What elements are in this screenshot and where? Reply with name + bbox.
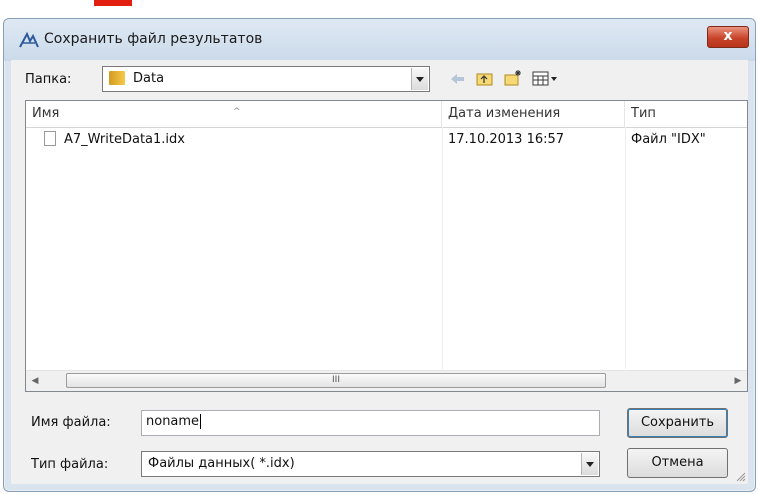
file-icon bbox=[44, 131, 56, 146]
save-dialog: Сохранить файл результатов x Папка: Data bbox=[3, 18, 756, 492]
scroll-left-icon[interactable]: ◀ bbox=[26, 371, 44, 391]
dialog-title: Сохранить файл результатов bbox=[44, 31, 263, 47]
filename-value: noname bbox=[146, 414, 200, 429]
scroll-right-icon[interactable]: ▶ bbox=[729, 371, 747, 391]
title-bar: Сохранить файл результатов x bbox=[4, 19, 755, 61]
column-date-header[interactable]: Дата изменения bbox=[442, 101, 625, 127]
file-list[interactable]: Имя ^ Дата изменения Тип A7_WriteData1.i… bbox=[25, 100, 748, 392]
view-menu-icon[interactable] bbox=[531, 69, 559, 89]
scroll-grip: III bbox=[332, 375, 340, 385]
column-type-header[interactable]: Тип bbox=[625, 101, 749, 127]
folder-select[interactable]: Data bbox=[102, 66, 430, 92]
resize-grip-icon[interactable] bbox=[736, 472, 746, 482]
file-name: A7_WriteData1.idx bbox=[64, 132, 185, 147]
list-header: Имя ^ Дата изменения Тип bbox=[26, 101, 747, 128]
sort-caret-icon: ^ bbox=[233, 107, 241, 117]
up-folder-icon[interactable] bbox=[475, 69, 495, 89]
new-folder-icon[interactable] bbox=[503, 68, 523, 88]
cancel-button-label: Отмена bbox=[651, 455, 704, 470]
save-button-label: Сохранить bbox=[640, 415, 715, 430]
folder-icon bbox=[109, 71, 125, 85]
horizontal-scrollbar[interactable]: ◀ III ▶ bbox=[26, 370, 747, 391]
column-date-label: Дата изменения bbox=[448, 106, 561, 121]
column-type-label: Тип bbox=[631, 106, 656, 121]
column-name-label: Имя bbox=[32, 106, 60, 121]
cancel-button[interactable]: Отмена bbox=[627, 448, 728, 478]
close-button[interactable]: x bbox=[707, 26, 749, 48]
text-cursor bbox=[200, 414, 202, 429]
app-icon bbox=[19, 31, 39, 48]
file-type: Файл "IDX" bbox=[631, 132, 706, 147]
filename-label: Имя файла: bbox=[31, 415, 111, 430]
filetype-label: Тип файла: bbox=[31, 457, 109, 472]
scroll-thumb[interactable]: III bbox=[66, 373, 606, 388]
back-arrow-icon[interactable] bbox=[447, 69, 467, 89]
dialog-body: Папка: Data Имя ^ Дата изменения Тип A7_… bbox=[11, 60, 748, 484]
close-icon: x bbox=[723, 28, 733, 44]
folder-label: Папка: bbox=[25, 72, 72, 87]
chevron-down-icon[interactable] bbox=[581, 453, 598, 475]
folder-value: Data bbox=[133, 71, 165, 86]
filetype-value: Файлы данных( *.idx) bbox=[148, 456, 295, 471]
chevron-down-icon[interactable] bbox=[411, 68, 428, 90]
filetype-select[interactable]: Файлы данных( *.idx) bbox=[141, 451, 600, 477]
table-row[interactable]: A7_WriteData1.idx 17.10.2013 16:57 Файл … bbox=[26, 129, 747, 151]
file-date: 17.10.2013 16:57 bbox=[448, 132, 565, 147]
red-marker bbox=[94, 0, 132, 6]
column-divider bbox=[442, 127, 443, 369]
save-button[interactable]: Сохранить bbox=[627, 408, 728, 438]
column-divider bbox=[625, 127, 626, 369]
column-name-header[interactable]: Имя ^ bbox=[26, 101, 442, 127]
filename-input[interactable]: noname bbox=[141, 410, 600, 436]
